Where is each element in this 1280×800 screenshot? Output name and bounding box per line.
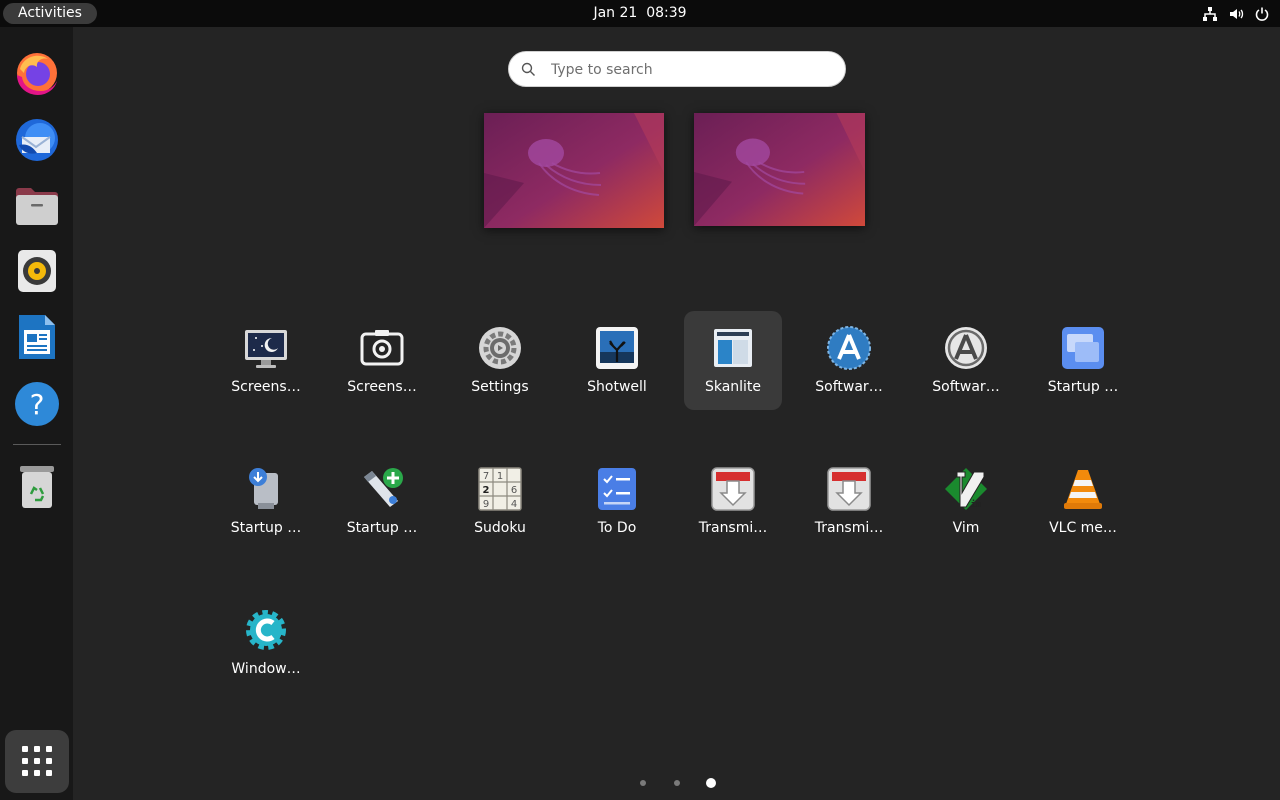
clock-time: 08:39 [646,5,687,21]
workspace-thumbnail-1[interactable] [484,113,664,228]
app-label: Softwar… [932,379,1000,395]
app-label: Startup … [346,520,418,536]
vlc-icon [1064,470,1102,509]
show-apps-button[interactable] [5,730,69,793]
app-label: Window… [231,661,301,677]
app-label: Transmi… [814,520,884,536]
wallpaper-jellyfish-image [694,113,865,226]
app-skanlite[interactable]: Skanlite [684,311,782,410]
rhythmbox-icon [18,250,56,292]
app-software-updater[interactable]: Softwar… [917,311,1015,410]
dock-writer[interactable] [8,308,66,366]
system-tray[interactable] [1202,0,1270,27]
settings-icon [479,327,521,369]
transmission-icon [827,467,871,511]
files-icon [16,188,58,225]
search-icon [521,62,535,76]
dock-trash[interactable] [8,458,66,516]
software-icon [827,326,871,370]
page-indicator-1[interactable] [640,780,646,786]
thunderbird-icon [16,119,58,161]
trash-icon [20,466,54,508]
app-transmission-2[interactable]: Transmi… [800,452,898,551]
sudoku-icon: 7 1 2 6 9 4 [478,467,522,511]
app-startup-disk[interactable]: Startup … [217,452,315,551]
app-label: Shotwell [587,379,647,395]
dock-rhythmbox[interactable] [8,242,66,300]
network-icon[interactable] [1202,6,1218,22]
sudoku-digit: 7 [483,471,489,482]
sudoku-digit: 2 [483,485,490,496]
dock: ? [0,27,73,800]
search-box[interactable] [508,51,846,87]
skanlite-icon [714,329,752,367]
app-sudoku[interactable]: 7 1 2 6 9 4 Sudoku [451,452,549,551]
app-label: Softwar… [815,379,883,395]
dock-firefox[interactable] [8,43,66,101]
window-manager-icon [246,610,286,650]
dock-thunderbird[interactable] [8,110,66,168]
screensaver-icon [245,330,287,368]
clock-button[interactable]: Jan 21 08:39 [593,5,686,21]
usb-creator-icon [364,468,403,507]
clock-date: Jan 21 [593,5,638,21]
app-label: Sudoku [474,520,526,536]
app-startup-applications[interactable]: Startup … [1034,311,1132,410]
app-label: Screens… [231,379,301,395]
vim-icon: im [945,468,987,510]
todo-icon [598,468,636,510]
app-todo[interactable]: To Do [568,452,666,551]
writer-icon [19,315,55,359]
software-updater-icon [945,327,987,369]
app-label: Skanlite [704,379,762,395]
app-label: Settings [471,379,529,395]
screenshot-icon [360,330,404,366]
activities-button[interactable]: Activities [3,3,97,24]
app-usb-creator[interactable]: Startup … [333,452,431,551]
app-vlc[interactable]: VLC me… [1034,452,1132,551]
app-screenshot[interactable]: Screens… [333,311,431,410]
app-label: Screens… [347,379,417,395]
page-indicator-2[interactable] [674,780,680,786]
app-label: Vim [952,520,980,536]
app-software[interactable]: Softwar… [800,311,898,410]
power-icon[interactable] [1254,6,1270,22]
app-window-manager[interactable]: Window… [217,593,315,692]
dock-separator [13,444,61,445]
grid-icon [22,746,52,776]
sudoku-digit: 4 [511,499,517,510]
top-bar: Activities Jan 21 08:39 [0,0,1280,27]
firefox-icon [17,53,57,95]
volume-icon[interactable] [1228,6,1244,22]
svg-text:?: ? [30,388,45,421]
workspace-thumbnail-2[interactable] [694,113,865,226]
dock-files[interactable] [8,177,66,235]
startup-applications-icon [1062,327,1104,369]
svg-text:im: im [971,499,982,510]
search-input[interactable] [549,58,833,82]
help-icon: ? [15,382,59,426]
sudoku-digit: 6 [511,485,517,496]
app-transmission[interactable]: Transmi… [684,452,782,551]
app-label: Startup … [1047,379,1119,395]
app-label: To Do [597,520,637,536]
app-vim[interactable]: im Vim [917,452,1015,551]
page-indicator-3-current[interactable] [706,778,716,788]
clock: Jan 21 08:39 [0,0,1280,27]
wallpaper-jellyfish-image [484,113,664,228]
app-label: VLC me… [1049,520,1117,536]
startup-disk-icon [249,468,278,509]
sudoku-digit: 1 [497,471,503,482]
transmission-icon [711,467,755,511]
dock-help[interactable]: ? [8,375,66,433]
app-label: Startup … [230,520,302,536]
app-label: Transmi… [698,520,768,536]
sudoku-digit: 9 [483,499,489,510]
app-shotwell[interactable]: Shotwell [568,311,666,410]
app-settings[interactable]: Settings [451,311,549,410]
shotwell-icon [596,327,638,369]
app-screensaver[interactable]: Screens… [217,311,315,410]
